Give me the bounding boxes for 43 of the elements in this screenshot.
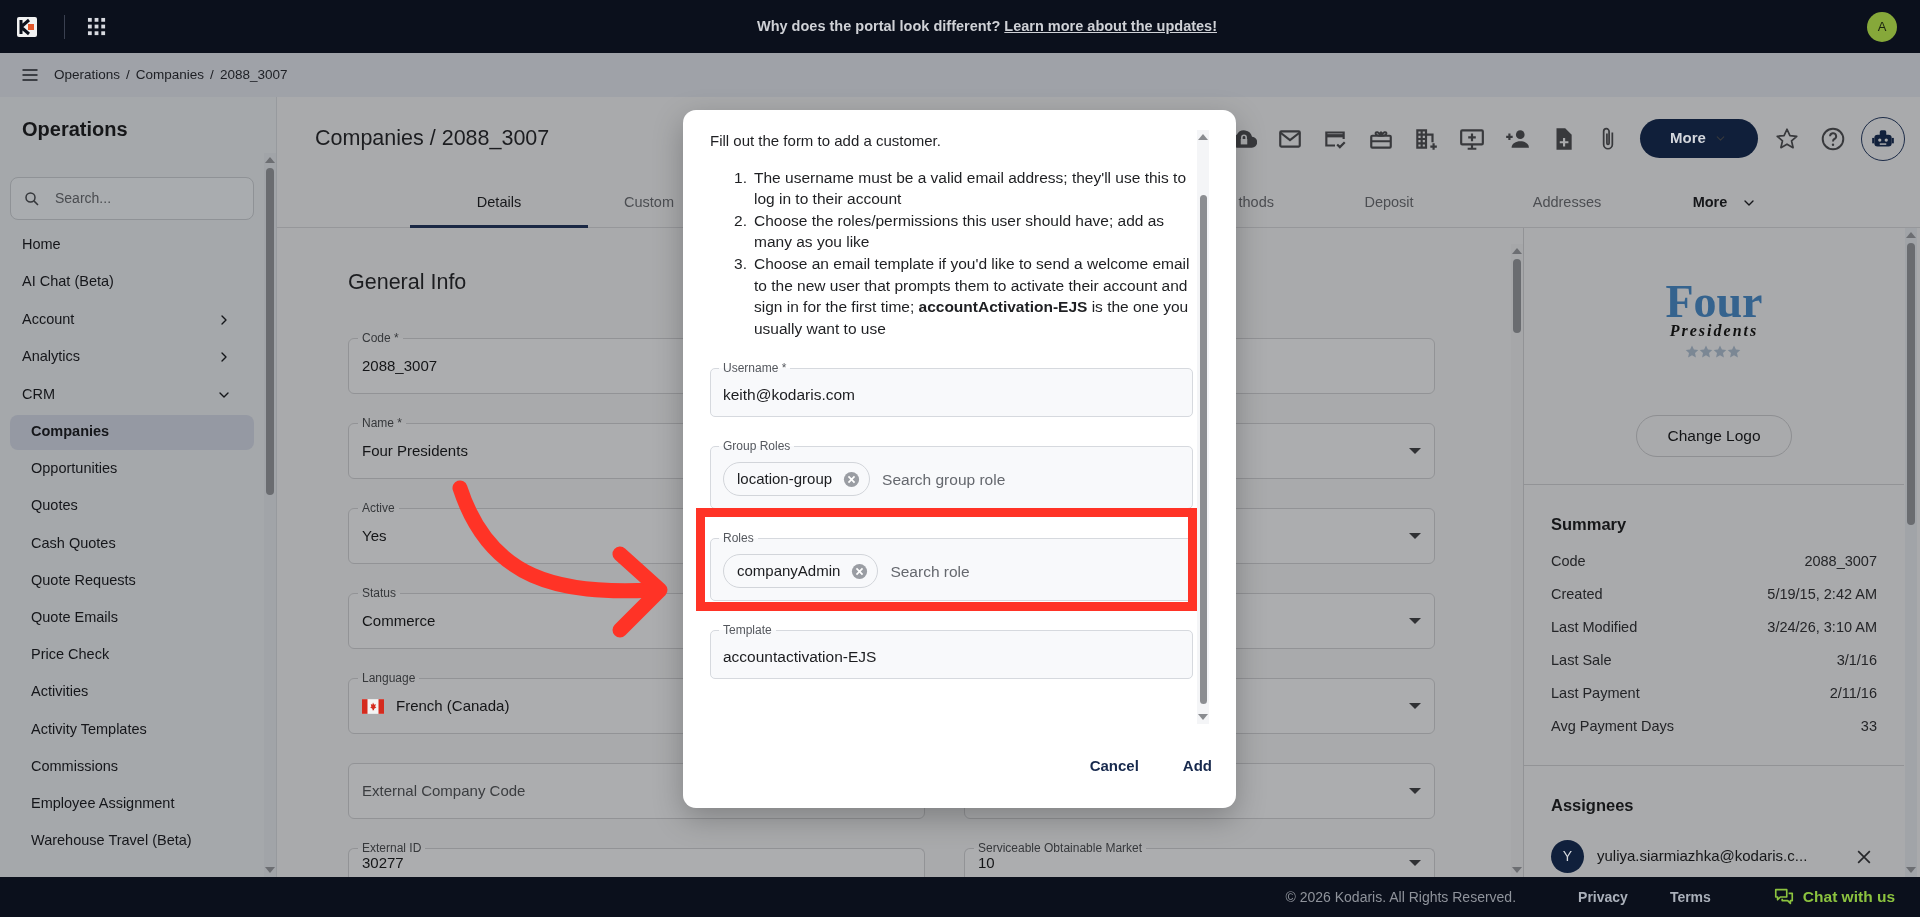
summary-label: Code [1551, 551, 1586, 571]
summary-value: 3/1/16 [1836, 650, 1877, 670]
step-text: Choose the roles/permissions this user should have; add as many as you like [754, 210, 1166, 253]
assignee-email: yuliya.siarmiazhka@kodaris.c... [1597, 846, 1808, 867]
summary-value: 33 [1860, 716, 1877, 736]
step-number: 1. [733, 167, 748, 188]
summary-label: Avg Payment Days [1551, 716, 1675, 736]
summary-value: 5/19/15, 2:42 AM [1767, 584, 1877, 604]
field-label: Serviceable Obtainable Market [977, 841, 1144, 855]
field-label: External ID [361, 841, 423, 855]
summary-label: Last Modified [1551, 617, 1638, 637]
section-title: General Info [348, 269, 467, 296]
assignee-avatar: Y [1551, 840, 1584, 873]
field-label: Status [361, 586, 398, 600]
summary-value: 2/11/16 [1829, 683, 1877, 703]
summary-value: 2088_3007 [1804, 551, 1877, 571]
breadcrumb-separator: / [126, 65, 130, 84]
summary-value: 3/24/26, 3:10 AM [1767, 617, 1877, 637]
field-label: Code * [361, 331, 400, 345]
field-label: Language [361, 671, 417, 685]
field-label: Name * [361, 416, 403, 430]
dialog-intro: Fill out the form to add a customer. [710, 131, 942, 151]
breadcrumb-separator: / [210, 65, 214, 84]
logo-name: Four [1665, 282, 1763, 322]
breadcrumb-item: 2088_3007 [219, 65, 288, 84]
field-label: Roles [722, 531, 755, 546]
copyright-text: © 2026 Kodaris. All Rights Reserved. [1285, 887, 1517, 907]
step-text: The username must be a valid email address; they'll use this to log in to their account [754, 167, 1187, 210]
summary-label: Last Sale [1551, 650, 1612, 670]
field-label: Active [361, 501, 396, 515]
summary-label: Created [1551, 584, 1603, 604]
section-heading: Assignees [1551, 795, 1635, 816]
sidebar-title: Operations [22, 117, 129, 141]
step-number: 2. [733, 210, 748, 231]
field-label: Template [722, 623, 773, 638]
step-number: 3. [733, 253, 748, 274]
announcement-text: Why does the portal look different? Learn more about the updates! [757, 16, 1217, 36]
page-title: Companies / 2088_3007 [315, 125, 550, 152]
summary-label: Last Payment [1551, 683, 1640, 703]
field-label: Group Roles [722, 439, 792, 454]
section-heading: Summary [1551, 514, 1628, 535]
field-label: Username * [722, 361, 788, 376]
logo-tagline: Presidents [1669, 322, 1759, 340]
